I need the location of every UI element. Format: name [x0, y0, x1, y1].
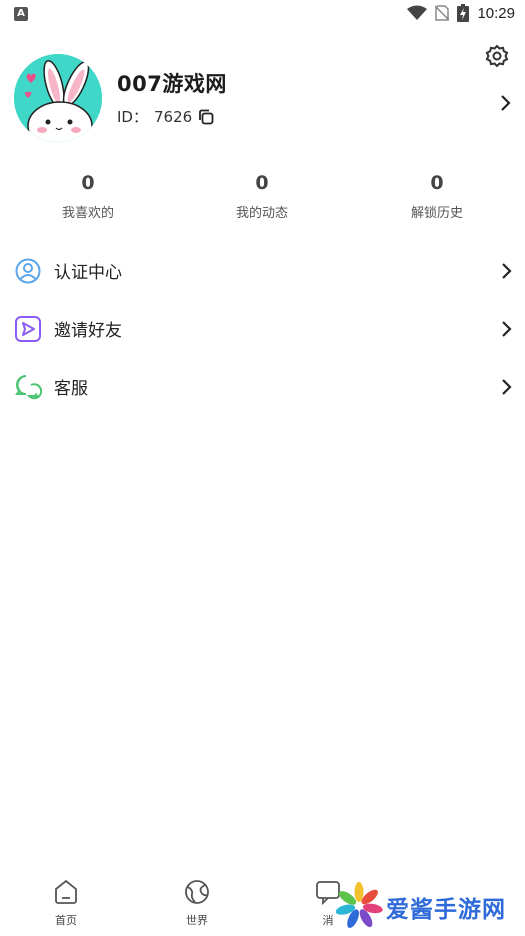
chevron-right-icon — [502, 263, 512, 279]
watermark: 爱酱手游网 — [334, 876, 519, 936]
wifi-icon — [407, 5, 428, 20]
globe-icon — [185, 880, 209, 904]
stat-value: 0 — [255, 172, 269, 194]
chat-bubbles-icon — [15, 375, 42, 400]
menu-label: 客服 — [54, 379, 88, 399]
stat-label: 解锁历史 — [410, 206, 463, 221]
stat-likes[interactable]: 0 我喜欢的 — [28, 170, 148, 221]
menu-label: 邀请好友 — [54, 321, 122, 341]
tab-world[interactable]: 世界 — [157, 878, 237, 928]
home-icon — [55, 879, 77, 904]
stat-value: 0 — [81, 172, 95, 194]
avatar[interactable] — [14, 54, 102, 142]
stat-posts[interactable]: 0 我的动态 — [202, 170, 322, 221]
tab-label: 世界 — [186, 914, 208, 927]
profile-id: ID： 7626 — [117, 106, 214, 127]
profile-name: 007游戏网 — [117, 72, 227, 96]
flower-logo-icon — [335, 882, 383, 928]
stat-label: 我的动态 — [235, 206, 288, 221]
chevron-right-icon[interactable] — [498, 94, 512, 112]
menu-item-verification[interactable]: 认证中心 — [0, 241, 525, 299]
id-value: 7626 — [153, 107, 193, 126]
copy-icon[interactable] — [198, 109, 214, 125]
stat-value: 0 — [430, 172, 444, 194]
no-sim-icon — [435, 5, 450, 21]
watermark-text: 爱酱手游网 — [386, 897, 506, 923]
bunny-avatar-icon — [14, 54, 102, 142]
user-circle-icon — [15, 258, 41, 284]
notification-icon: A — [14, 7, 28, 21]
chevron-right-icon — [502, 379, 512, 395]
stat-label: 我喜欢的 — [61, 206, 114, 221]
clock: 10:29 — [477, 4, 515, 22]
menu-label: 认证中心 — [54, 263, 122, 283]
stat-unlock-history[interactable]: 0 解锁历史 — [377, 170, 497, 221]
send-icon — [15, 316, 41, 342]
profile-header[interactable]: 007游戏网 ID： 7626 — [14, 54, 514, 144]
tab-home[interactable]: 首页 — [26, 878, 106, 928]
battery-icon — [457, 4, 470, 22]
menu-item-invite-friends[interactable]: 邀请好友 — [0, 299, 525, 357]
chevron-right-icon — [502, 321, 512, 337]
id-label: ID： — [117, 108, 148, 126]
tab-label: 首页 — [55, 914, 77, 927]
status-bar: A 10:29 — [0, 0, 525, 30]
stats-row: 0 我喜欢的 0 我的动态 0 解锁历史 — [0, 170, 525, 230]
menu-item-customer-service[interactable]: 客服 — [0, 357, 525, 415]
